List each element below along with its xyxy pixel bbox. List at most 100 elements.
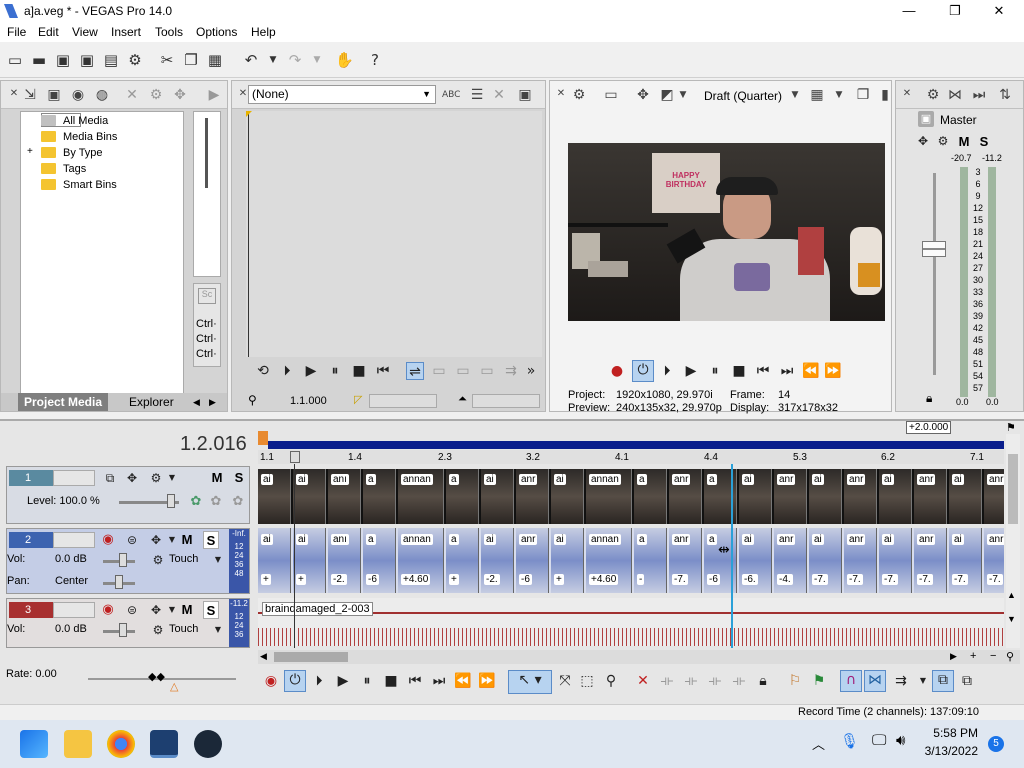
scroll-down-icon[interactable]: ▼ (1007, 614, 1016, 624)
close-button[interactable]: ✕ (976, 0, 1022, 22)
expand-by-type-icon[interactable]: + (27, 146, 33, 157)
video-clip[interactable]: ai (293, 469, 326, 524)
quality-dropdown-icon[interactable]: ▼ (786, 86, 804, 104)
go-to-end-icon[interactable]: ⏭ (778, 362, 796, 380)
video-track-lane[interactable]: ai ai anı a annan a ai anr ai annan a anr a ai anr ai an… (258, 469, 1004, 524)
normal-edit-tool-icon[interactable]: ↖ ▾ (508, 670, 552, 694)
master-fader-knob[interactable] (922, 241, 946, 257)
redo-icon[interactable]: ↷ (286, 51, 304, 69)
region-icon[interactable]: ⏶ (458, 393, 467, 406)
microphone-icon[interactable]: 🎙︎ (840, 732, 859, 750)
record-icon[interactable]: ● (608, 362, 626, 380)
track-header-2[interactable]: 2 ◉ ⊜ ✥ ▼ M S Vol: 0.0 dB ⚙ Touch ▼ Pan:… (6, 528, 250, 594)
video-clip[interactable]: anr (984, 469, 1004, 524)
lock-envelopes-icon[interactable]: ⧉ (932, 670, 954, 692)
in-point-icon[interactable]: ⚲ (248, 393, 257, 407)
next-frame-icon[interactable]: ⏩ (824, 362, 842, 380)
maximize-button[interactable]: ❐ (932, 0, 978, 22)
video-clip[interactable]: anı (328, 469, 361, 524)
track3-mute-button[interactable]: M (179, 601, 195, 619)
cursor-handle-icon[interactable] (290, 451, 300, 463)
track-name-2[interactable] (53, 532, 95, 548)
track-invert-icon[interactable]: ⊜ (123, 601, 141, 619)
track-invert-icon[interactable]: ⊜ (123, 531, 141, 549)
video-clip[interactable]: anr (774, 469, 807, 524)
track-fx-icon[interactable]: ✥ (123, 469, 141, 487)
audio-clip[interactable]: ai -6. (739, 528, 772, 593)
cut-icon[interactable]: ✂ (158, 51, 176, 69)
video-clip[interactable]: anr (844, 469, 877, 524)
menu-insert[interactable]: Insert (111, 25, 141, 39)
video-clip[interactable]: ai (879, 469, 912, 524)
loop-region-marker[interactable] (258, 431, 268, 445)
go-to-end-icon[interactable]: ⏭ (430, 672, 448, 690)
add-after-icon[interactable]: ▭ (454, 362, 472, 380)
video-clip[interactable]: ai (481, 469, 514, 524)
trimmer-area[interactable] (246, 111, 542, 357)
auto-ripple-icon[interactable]: ⇉ (892, 672, 910, 690)
loop-region-bar[interactable] (268, 441, 1004, 449)
plugin-icon[interactable]: ✋ (335, 51, 354, 69)
track3-automation-mode[interactable]: Touch (169, 623, 198, 635)
automation-dropdown-icon[interactable]: ▼ (209, 621, 227, 639)
track3-vol-knob[interactable] (119, 623, 127, 637)
trim-start-icon[interactable]: ⟛ (682, 672, 700, 690)
make-compositing-parent-icon[interactable]: ✿ (229, 493, 247, 511)
video-clip[interactable]: a (363, 469, 396, 524)
start-icon[interactable] (20, 730, 48, 758)
zoom-in-icon[interactable]: + (970, 650, 976, 662)
edit-cursor[interactable] (294, 464, 295, 648)
track3-solo-button[interactable]: S (203, 601, 219, 619)
audio-clip[interactable]: anr -7. (844, 528, 877, 593)
selection-tool-icon[interactable]: ⬚ (578, 672, 596, 690)
automation-dropdown-icon[interactable]: ▼ (209, 551, 227, 569)
go-to-start-icon[interactable]: ⏮ (374, 362, 392, 380)
notification-badge[interactable]: 5 (988, 736, 1004, 752)
video-clip[interactable]: ai (949, 469, 982, 524)
arm-record-icon[interactable]: ◉ (99, 531, 117, 549)
video-clip[interactable]: ai (739, 469, 772, 524)
track-name-3[interactable] (53, 602, 95, 618)
add-before-icon[interactable]: ▭ (430, 362, 448, 380)
video-clip[interactable]: annan (398, 469, 444, 524)
audio-clip[interactable]: ai + (258, 528, 291, 593)
script-icon[interactable]: Sc (198, 288, 216, 304)
make-compositing-child-icon[interactable]: ✿ (207, 493, 225, 511)
video-clip[interactable]: anr (669, 469, 702, 524)
preview-quality-select[interactable]: Draft (Quarter) (704, 89, 782, 103)
dim-icon[interactable]: ⇅ (996, 86, 1014, 104)
video-fx-icon[interactable]: ✥ (634, 86, 652, 104)
split-icon[interactable]: ⟛ (730, 672, 748, 690)
scroll-up-icon[interactable]: ▲ (1007, 590, 1016, 600)
audio-clip[interactable]: ai -7. (809, 528, 842, 593)
vegas-pro-icon[interactable] (150, 730, 178, 758)
volume-icon[interactable]: 🔊︎ (896, 732, 905, 749)
ignore-grouping-icon[interactable]: ⧉ (958, 672, 976, 690)
rate-knob-icon[interactable]: ◆◆ (148, 670, 165, 683)
preview-properties-icon[interactable]: ⚙ (570, 86, 588, 104)
play-from-start-icon[interactable]: ⏵ (658, 362, 676, 380)
video-clip[interactable]: anr (914, 469, 947, 524)
envelope-tool-icon[interactable]: ⤧ (556, 672, 574, 690)
add-to-timeline-icon[interactable]: ⇌ (406, 362, 424, 380)
menu-help[interactable]: Help (251, 25, 276, 39)
trimmer-settings-icon[interactable]: ☰ (468, 86, 486, 104)
open-icon[interactable]: ▬ (30, 51, 48, 69)
trimmer-history-icon[interactable]: ▣ (516, 86, 534, 104)
play-icon[interactable]: ▶ (334, 672, 352, 690)
menu-tools[interactable]: Tools (155, 25, 183, 39)
audio-clip[interactable]: anr -6 (516, 528, 549, 593)
previous-frame-icon[interactable]: ⏪ (454, 672, 472, 690)
trimmer-region-field[interactable] (472, 394, 540, 408)
playhead[interactable] (731, 464, 733, 648)
track1-level-knob[interactable] (167, 494, 175, 508)
chrome-icon[interactable] (107, 730, 135, 758)
audio-clip[interactable]: a- (634, 528, 667, 593)
add-end-icon[interactable]: ▭ (478, 362, 496, 380)
play-from-start-icon[interactable]: ⏵ (310, 672, 328, 690)
previous-frame-icon[interactable]: ⏪ (802, 362, 820, 380)
go-to-start-icon[interactable]: ⏮ (754, 362, 772, 380)
timeline-vertical-scrollbar[interactable]: ▲ ▼ (1006, 434, 1020, 648)
audio-clip[interactable]: anr -7. (669, 528, 702, 593)
clear-trimmer-icon[interactable]: ✕ (490, 86, 508, 104)
